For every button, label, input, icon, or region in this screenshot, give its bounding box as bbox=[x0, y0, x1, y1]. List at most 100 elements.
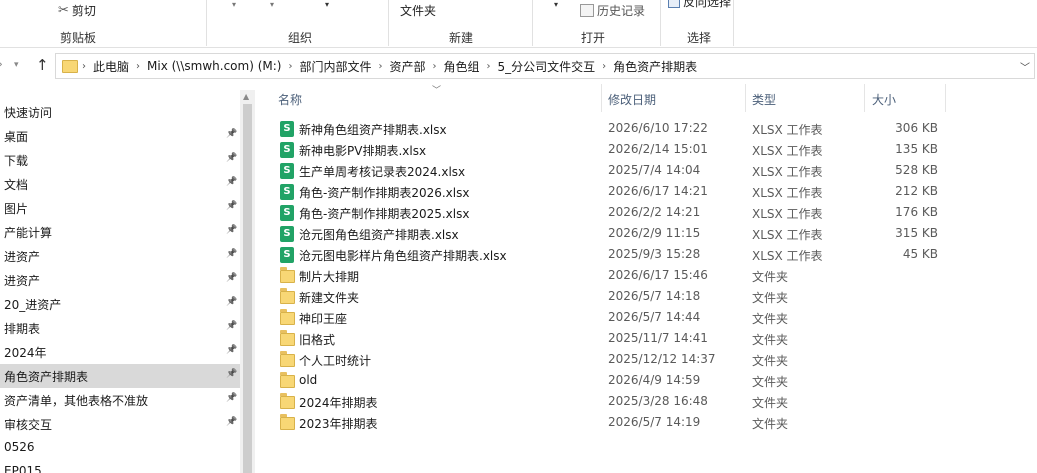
pin-icon: 📌 bbox=[226, 321, 238, 331]
folder-row[interactable]: 2023年排期表 2026/5/7 14:19 文件夹 bbox=[270, 412, 1037, 433]
file-type: XLSX 工作表 bbox=[752, 207, 823, 221]
chevron-right-icon[interactable]: › bbox=[598, 61, 610, 72]
file-row[interactable]: S 生产单周考核记录表2024.xlsx 2025/7/4 14:04 XLSX 工作… bbox=[270, 160, 1037, 181]
forward-dropdown-icon[interactable]: › bbox=[0, 57, 3, 71]
chevron-right-icon[interactable]: › bbox=[284, 61, 296, 72]
column-headers: ﹀ 名称 修改日期 类型 大小 bbox=[270, 84, 1037, 114]
file-modified-date: 2026/6/17 15:46 bbox=[608, 268, 708, 282]
invert-selection-button[interactable]: 反向选择 bbox=[668, 0, 731, 10]
history-button[interactable]: 历史记录 bbox=[580, 2, 645, 19]
column-divider[interactable] bbox=[745, 84, 746, 112]
column-divider[interactable] bbox=[864, 84, 865, 112]
nav-item[interactable]: 角色资产排期表 📌 bbox=[0, 364, 240, 388]
move-to-dropdown-icon[interactable]: ▾ bbox=[232, 0, 236, 9]
open-dropdown-icon[interactable]: ▾ bbox=[554, 0, 558, 9]
nav-item[interactable]: 快速访问 bbox=[0, 100, 240, 124]
nav-item[interactable]: EP015 bbox=[0, 460, 240, 473]
breadcrumb-item[interactable]: 部门内部文件 bbox=[296, 58, 374, 75]
folder-row[interactable]: old 2026/4/9 14:59 文件夹 bbox=[270, 370, 1037, 391]
file-type: 文件夹 bbox=[752, 396, 789, 410]
file-modified-date: 2025/12/12 14:37 bbox=[608, 352, 716, 366]
folder-row[interactable]: 制片大排期 2026/6/17 15:46 文件夹 bbox=[270, 265, 1037, 286]
chevron-right-icon[interactable]: › bbox=[483, 61, 495, 72]
column-divider[interactable] bbox=[601, 84, 602, 112]
column-header-date[interactable]: 修改日期 bbox=[608, 91, 656, 108]
breadcrumb-item[interactable]: 角色组 bbox=[440, 58, 482, 75]
nav-item[interactable]: 2024年 📌 bbox=[0, 340, 240, 364]
recent-locations-icon[interactable]: ▾ bbox=[14, 60, 19, 70]
nav-item[interactable]: 产能计算 📌 bbox=[0, 220, 240, 244]
file-row[interactable]: S 角色-资产制作排期表2026.xlsx 2026/6/17 14:21 XLSX … bbox=[270, 181, 1037, 202]
scroll-up-icon[interactable]: ▲ bbox=[243, 92, 249, 101]
nav-item[interactable]: 文档 📌 bbox=[0, 172, 240, 196]
column-header-size[interactable]: 大小 bbox=[872, 91, 896, 108]
folder-row[interactable]: 神印王座 2026/5/7 14:44 文件夹 bbox=[270, 307, 1037, 328]
rename-dropdown-icon[interactable]: ▾ bbox=[325, 0, 329, 9]
file-row[interactable]: S 沧元图角色组资产排期表.xlsx 2026/2/9 11:15 XLSX 工作表 3… bbox=[270, 223, 1037, 244]
file-modified-date: 2025/3/28 16:48 bbox=[608, 394, 708, 408]
folder-icon bbox=[280, 414, 295, 430]
spreadsheet-icon: S bbox=[280, 142, 294, 158]
nav-item[interactable]: 下载 📌 bbox=[0, 148, 240, 172]
new-folder-button[interactable]: 文件夹 bbox=[400, 2, 436, 19]
folder-row[interactable]: 旧格式 2025/11/7 14:41 文件夹 bbox=[270, 328, 1037, 349]
file-row[interactable]: S 沧元图电影样片角色组资产排期表.xlsx 2025/9/3 15:28 XLSX … bbox=[270, 244, 1037, 265]
ribbon-divider bbox=[532, 0, 533, 46]
chevron-right-icon[interactable]: › bbox=[132, 61, 144, 72]
nav-item-label: 桌面 bbox=[4, 130, 29, 144]
file-row[interactable]: S 新神角色组资产排期表.xlsx 2026/6/10 17:22 XLSX 工作表 3… bbox=[270, 118, 1037, 139]
breadcrumb-item[interactable]: 此电脑 bbox=[90, 58, 132, 75]
nav-scrollbar[interactable]: ▲ bbox=[240, 90, 255, 473]
history-label: 历史记录 bbox=[597, 4, 646, 18]
address-bar[interactable]: › 此电脑 › Mix (\\smwh.com) (M:) › 部门内部文件 › 资产部 › 角… bbox=[55, 53, 1035, 79]
invert-selection-label: 反向选择 bbox=[683, 0, 732, 9]
sort-indicator-icon: ﹀ bbox=[432, 86, 442, 96]
chevron-down-icon[interactable]: ﹀ bbox=[1020, 59, 1030, 74]
nav-item[interactable]: 进资产 📌 bbox=[0, 268, 240, 292]
nav-item[interactable]: 排期表 📌 bbox=[0, 316, 240, 340]
nav-item[interactable]: 审核交互 📌 bbox=[0, 412, 240, 436]
file-name: 角色-资产制作排期表2026.xlsx bbox=[299, 186, 470, 200]
nav-item[interactable]: 图片 📌 bbox=[0, 196, 240, 220]
scrollbar-thumb[interactable] bbox=[243, 104, 252, 473]
copy-to-dropdown-icon[interactable]: ▾ bbox=[270, 0, 274, 9]
column-header-name[interactable]: 名称 bbox=[278, 91, 302, 108]
file-name: 沧元图角色组资产排期表.xlsx bbox=[299, 228, 459, 242]
file-row[interactable]: S 角色-资产制作排期表2025.xlsx 2026/2/2 14:21 XLSX 工… bbox=[270, 202, 1037, 223]
up-arrow-icon[interactable]: ↑ bbox=[36, 56, 49, 74]
breadcrumb-item[interactable]: 5_分公司文件交互 bbox=[495, 58, 599, 75]
nav-item[interactable]: 0526 bbox=[0, 436, 240, 460]
cut-button[interactable]: ✂ 剪切 bbox=[58, 2, 96, 19]
nav-item-label: 快速访问 bbox=[4, 106, 53, 120]
nav-item-label: 角色资产排期表 bbox=[4, 370, 89, 384]
folder-icon bbox=[280, 267, 295, 283]
chevron-right-icon[interactable]: › bbox=[428, 61, 440, 72]
pin-icon: 📌 bbox=[226, 153, 238, 163]
file-modified-date: 2026/5/7 14:19 bbox=[608, 415, 701, 429]
ribbon: ✂ 剪切 剪贴板 ▾ ▾ ▾ 组织 文件夹 新建 ▾ 历史记录 打开 反向选择 … bbox=[0, 0, 1037, 48]
open-group-label: 打开 bbox=[581, 31, 606, 45]
file-size: 528 KB bbox=[895, 163, 938, 177]
file-row[interactable]: S 新神电影PV排期表.xlsx 2026/2/14 15:01 XLSX 工作表 13… bbox=[270, 139, 1037, 160]
folder-row[interactable]: 新建文件夹 2026/5/7 14:18 文件夹 bbox=[270, 286, 1037, 307]
nav-item[interactable]: 桌面 📌 bbox=[0, 124, 240, 148]
pin-icon: 📌 bbox=[226, 345, 238, 355]
chevron-right-icon[interactable]: › bbox=[78, 61, 90, 72]
breadcrumb-item[interactable]: Mix (\\smwh.com) (M:) bbox=[144, 59, 284, 73]
folder-icon bbox=[280, 351, 295, 367]
chevron-right-icon[interactable]: › bbox=[374, 61, 386, 72]
breadcrumb-item[interactable]: 角色资产排期表 bbox=[610, 58, 700, 75]
breadcrumb-item[interactable]: 资产部 bbox=[386, 58, 428, 75]
spreadsheet-icon: S bbox=[280, 226, 294, 242]
file-type: XLSX 工作表 bbox=[752, 249, 823, 263]
folder-row[interactable]: 2024年排期表 2025/3/28 16:48 文件夹 bbox=[270, 391, 1037, 412]
folder-row[interactable]: 个人工时统计 2025/12/12 14:37 文件夹 bbox=[270, 349, 1037, 370]
nav-item[interactable]: 进资产 📌 bbox=[0, 244, 240, 268]
column-header-type[interactable]: 类型 bbox=[752, 91, 776, 108]
file-name: 2024年排期表 bbox=[299, 396, 378, 410]
nav-item[interactable]: 20_进资产 📌 bbox=[0, 292, 240, 316]
column-divider[interactable] bbox=[945, 84, 946, 112]
nav-item[interactable]: 资产清单，其他表格不准放 📌 bbox=[0, 388, 240, 412]
file-modified-date: 2026/5/7 14:44 bbox=[608, 310, 701, 324]
nav-item-label: 20_进资产 bbox=[4, 298, 62, 312]
